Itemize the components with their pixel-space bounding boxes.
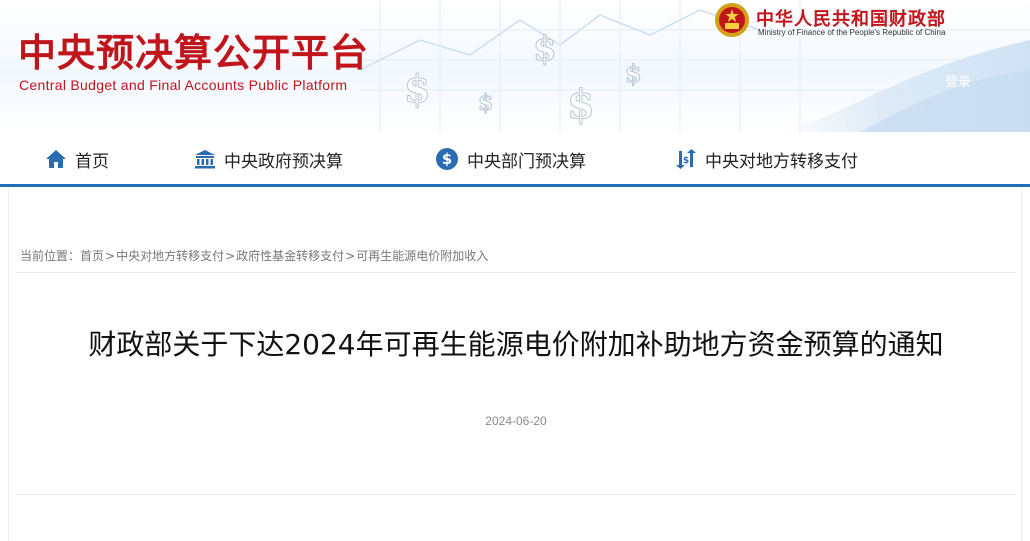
transfer-arrows-icon: $	[676, 149, 696, 169]
svg-text:$: $	[442, 150, 452, 168]
breadcrumb-separator: >	[105, 249, 116, 263]
nav-item-home[interactable]: 首页	[45, 146, 109, 172]
svg-text:$: $	[625, 59, 642, 88]
svg-text:$: $	[567, 81, 595, 128]
article-container: 当前位置：首页>中央对地方转移支付>政府性基金转移支付>可再生能源电价附加收入 …	[8, 187, 1022, 541]
breadcrumb-separator: >	[225, 249, 236, 263]
home-icon	[46, 150, 66, 168]
dollar-circle-icon: $	[436, 148, 458, 170]
national-emblem-icon	[715, 3, 749, 37]
government-building-icon	[195, 150, 215, 169]
svg-text:$: $	[683, 156, 689, 166]
nav-item-label: 中央政府预决算	[224, 151, 343, 172]
site-subtitle: Central Budget and Final Accounts Public…	[19, 77, 348, 93]
breadcrumb-item-home[interactable]: 首页	[80, 249, 104, 263]
breadcrumb-item-government-fund[interactable]: 政府性基金转移支付	[236, 249, 344, 263]
breadcrumb: 当前位置：首页>中央对地方转移支付>政府性基金转移支付>可再生能源电价附加收入	[20, 247, 488, 264]
svg-text:$: $	[404, 66, 430, 111]
article-title: 财政部关于下达2024年可再生能源电价附加补助地方资金预算的通知	[88, 328, 944, 361]
divider	[16, 272, 1016, 273]
nav-item-label: 中央部门预决算	[467, 151, 586, 172]
nav-item-label: 中央对地方转移支付	[705, 151, 858, 172]
nav-item-central-department-budget[interactable]: $ 中央部门预决算	[435, 146, 586, 172]
breadcrumb-separator: >	[345, 249, 356, 263]
svg-text:$: $	[533, 29, 557, 69]
svg-text:$: $	[478, 90, 493, 116]
nav-item-central-government-budget[interactable]: 中央政府预决算	[194, 146, 343, 172]
nav-item-central-transfer-payment[interactable]: $ 中央对地方转移支付	[675, 146, 858, 172]
breadcrumb-prefix: 当前位置：	[20, 249, 81, 263]
login-link[interactable]: 登录	[945, 71, 971, 90]
breadcrumb-item-transfer-payment[interactable]: 中央对地方转移支付	[116, 249, 224, 263]
site-header: $ $ $ $ $ 中央预决算公开平台 Central Budget and F…	[0, 0, 1030, 132]
main-nav: 首页 中央政府预决算 $ 中央部门预决算 $ 中央对地方转移支付	[0, 132, 1030, 184]
breadcrumb-item-renewable-energy[interactable]: 可再生能源电价附加收入	[356, 249, 488, 263]
article-date: 2024-06-20	[485, 414, 547, 428]
nav-item-label: 首页	[75, 151, 109, 172]
site-title[interactable]: 中央预决算公开平台	[18, 33, 369, 73]
divider	[16, 494, 1016, 495]
ministry-name-en: Ministry of Finance of the People's Repu…	[758, 28, 946, 37]
